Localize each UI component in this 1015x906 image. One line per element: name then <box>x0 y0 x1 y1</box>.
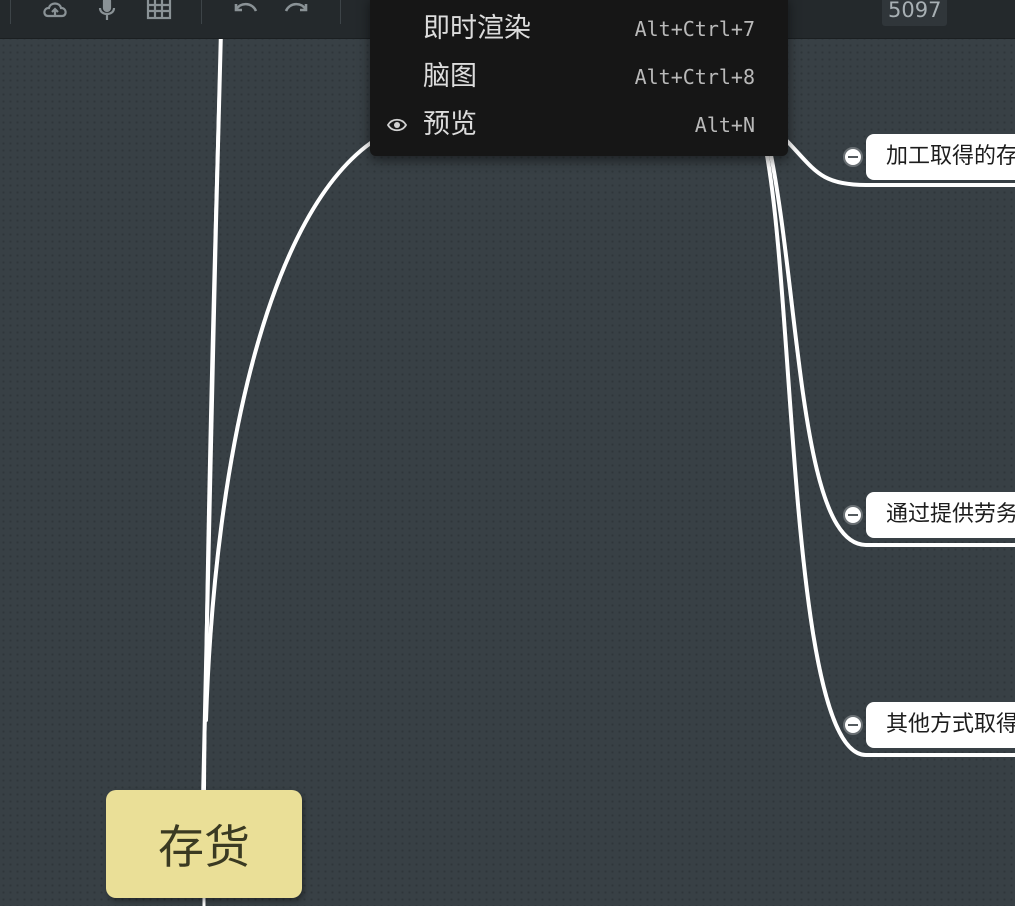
menu-item-label: 即时渲染 <box>423 13 531 44</box>
connector-branch-2 <box>768 148 1015 547</box>
mode-menu: 即时渲染 Alt+Ctrl+7 脑图 Alt+Ctrl+8 预览 Alt+N <box>370 0 788 156</box>
menu-item-label: 预览 <box>423 109 477 140</box>
microphone-icon[interactable] <box>90 0 124 28</box>
mindmap-node-branch-3[interactable]: 其他方式取得 <box>866 702 1015 748</box>
menu-item-shortcut: Alt+Ctrl+8 <box>634 65 755 89</box>
eye-icon <box>386 118 408 132</box>
mindmap-canvas[interactable]: 5097 即时渲染 Alt+Ctrl+7 脑图 Alt+Ctrl+8 预览 Al… <box>0 0 1015 906</box>
mindmap-node-branch-2[interactable]: 通过提供劳务 <box>866 492 1015 538</box>
menu-item-preview[interactable]: 预览 Alt+N <box>370 102 788 148</box>
cloud-upload-icon[interactable] <box>38 0 72 28</box>
mindmap-node-branch-1[interactable]: 加工取得的存 <box>866 134 1015 180</box>
toolbar-separator <box>201 0 202 24</box>
toolbar-separator <box>340 0 341 24</box>
undo-icon[interactable] <box>228 0 262 28</box>
menu-item-shortcut: Alt+Ctrl+7 <box>634 17 755 41</box>
toolbar-separator <box>10 0 11 24</box>
menu-item-instant-render[interactable]: 即时渲染 Alt+Ctrl+7 <box>370 6 788 52</box>
redo-icon[interactable] <box>280 0 314 28</box>
connector-branch-3 <box>764 148 1015 757</box>
menu-item-label: 脑图 <box>423 61 477 92</box>
collapse-toggle-icon[interactable] <box>843 715 863 735</box>
connector-trunk-2 <box>202 28 223 906</box>
mindmap-root-node[interactable]: 存货 <box>106 790 302 898</box>
collapse-toggle-icon[interactable] <box>843 505 863 525</box>
connector-root-to-branches <box>204 138 377 722</box>
collapse-toggle-icon[interactable] <box>843 147 863 167</box>
menu-item-mindmap[interactable]: 脑图 Alt+Ctrl+8 <box>370 54 788 100</box>
word-counter: 5097 <box>882 0 948 26</box>
menu-item-shortcut: Alt+N <box>694 113 755 137</box>
table-icon[interactable] <box>142 0 176 28</box>
